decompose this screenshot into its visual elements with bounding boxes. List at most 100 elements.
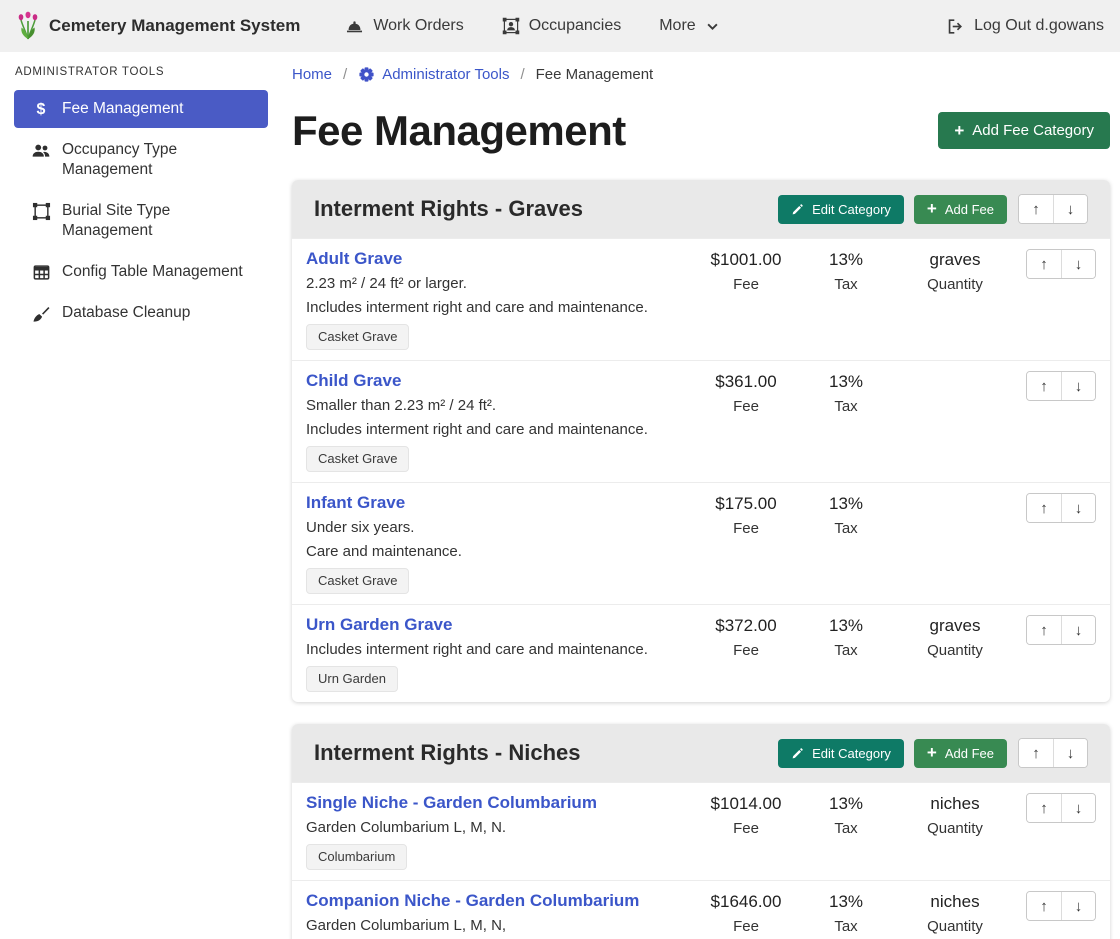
- fee-description: Care and maintenance.: [306, 543, 462, 561]
- breadcrumb-separator: /: [520, 66, 524, 83]
- fee-description: Garden Columbarium L, M, N,: [306, 917, 506, 935]
- dollar-icon: $: [31, 100, 51, 119]
- fee-category-card: Interment Rights - Niches Edit Category …: [292, 724, 1110, 939]
- move-fee-up-button[interactable]: ↑: [1027, 892, 1061, 920]
- fee-type-badge: Casket Grave: [306, 568, 409, 594]
- tulip-logo-icon: [16, 11, 40, 41]
- nav-occupancies-label: Occupancies: [529, 17, 622, 35]
- breadcrumb: Home / Administrator Tools / Fee Managem…: [292, 64, 1110, 84]
- move-fee-down-button[interactable]: ↓: [1061, 616, 1095, 644]
- chevron-down-icon: [705, 19, 720, 34]
- fee-reorder-buttons: ↑ ↓: [1026, 249, 1096, 279]
- move-category-up-button[interactable]: ↑: [1019, 195, 1053, 223]
- category-header: Interment Rights - Graves Edit Category …: [292, 180, 1110, 238]
- gear-icon: [358, 66, 375, 83]
- top-navbar: Cemetery Management System Work Orders O: [0, 0, 1120, 52]
- people-icon: [31, 141, 51, 161]
- broom-icon: [31, 304, 51, 324]
- fee-amount-cell: $1014.00 Fee: [696, 793, 796, 837]
- fee-row: Urn Garden Grave Includes interment righ…: [292, 604, 1110, 702]
- move-fee-down-button[interactable]: ↓: [1061, 892, 1095, 920]
- plus-icon: +: [927, 202, 937, 216]
- app-brand[interactable]: Cemetery Management System: [16, 11, 300, 41]
- occupant-frame-icon: [502, 17, 520, 35]
- sidebar-item-label: Database Cleanup: [62, 303, 190, 323]
- nav-more-label: More: [659, 17, 695, 35]
- tax-cell: 13% Tax: [796, 371, 896, 415]
- fee-reorder-buttons: ↑ ↓: [1026, 371, 1096, 401]
- fee-description: Includes interment right and care and ma…: [306, 421, 648, 439]
- sidebar-item-fee-management[interactable]: $ Fee Management: [14, 90, 268, 128]
- fee-description: 2.23 m² / 24 ft² or larger.: [306, 275, 467, 293]
- fee-reorder-buttons: ↑ ↓: [1026, 793, 1096, 823]
- hard-hat-icon: [345, 17, 364, 36]
- fee-name-link[interactable]: Single Niche - Garden Columbarium: [306, 793, 597, 813]
- move-fee-up-button[interactable]: ↑: [1027, 372, 1061, 400]
- move-fee-up-button[interactable]: ↑: [1027, 494, 1061, 522]
- quantity-cell: graves Quantity: [896, 249, 1014, 293]
- sidebar-item-label: Burial Site Type Management: [62, 201, 258, 241]
- nav-work-orders[interactable]: Work Orders: [345, 17, 463, 36]
- move-category-up-button[interactable]: ↑: [1019, 739, 1053, 767]
- fee-reorder-buttons: ↑ ↓: [1026, 615, 1096, 645]
- edit-category-button[interactable]: Edit Category: [778, 739, 904, 768]
- breadcrumb-admin-tools[interactable]: Administrator Tools: [358, 66, 509, 83]
- plus-icon: +: [927, 746, 937, 760]
- add-fee-button[interactable]: + Add Fee: [914, 739, 1007, 768]
- fee-name-link[interactable]: Urn Garden Grave: [306, 615, 452, 635]
- fee-name-link[interactable]: Adult Grave: [306, 249, 402, 269]
- quantity-cell: niches Quantity: [896, 891, 1014, 935]
- sidebar-item-burial-site-type[interactable]: Burial Site Type Management: [14, 192, 268, 250]
- nav-more[interactable]: More: [659, 17, 719, 35]
- category-header: Interment Rights - Niches Edit Category …: [292, 724, 1110, 782]
- category-title: Interment Rights - Niches: [314, 740, 778, 766]
- sidebar-item-config-table[interactable]: Config Table Management: [14, 253, 268, 291]
- fee-amount-cell: $372.00 Fee: [696, 615, 796, 659]
- breadcrumb-current: Fee Management: [536, 66, 654, 83]
- move-category-down-button[interactable]: ↓: [1053, 739, 1087, 767]
- move-fee-up-button[interactable]: ↑: [1027, 794, 1061, 822]
- move-fee-down-button[interactable]: ↓: [1061, 372, 1095, 400]
- fee-row: Single Niche - Garden Columbarium Garden…: [292, 782, 1110, 880]
- logout-label: Log Out d.gowans: [974, 17, 1104, 35]
- table-icon: [31, 263, 51, 282]
- move-fee-down-button[interactable]: ↓: [1061, 250, 1095, 278]
- move-fee-down-button[interactable]: ↓: [1061, 494, 1095, 522]
- sidebar-item-database-cleanup[interactable]: Database Cleanup: [14, 294, 268, 333]
- fee-amount-cell: $1001.00 Fee: [696, 249, 796, 293]
- breadcrumb-home[interactable]: Home: [292, 66, 332, 83]
- add-fee-button[interactable]: + Add Fee: [914, 195, 1007, 224]
- sidebar-item-label: Config Table Management: [62, 262, 243, 282]
- tax-cell: 13% Tax: [796, 793, 896, 837]
- fee-description: Includes interment right and care and ma…: [306, 299, 648, 317]
- plot-frame-icon: [31, 202, 51, 221]
- fee-row: Companion Niche - Garden Columbarium Gar…: [292, 880, 1110, 939]
- quantity-cell: niches Quantity: [896, 793, 1014, 837]
- sidebar-item-label: Occupancy Type Management: [62, 140, 258, 180]
- fee-amount-cell: $175.00 Fee: [696, 493, 796, 537]
- edit-category-button[interactable]: Edit Category: [778, 195, 904, 224]
- fee-description: Smaller than 2.23 m² / 24 ft².: [306, 397, 496, 415]
- category-reorder-buttons: ↑ ↓: [1018, 738, 1088, 768]
- category-reorder-buttons: ↑ ↓: [1018, 194, 1088, 224]
- fee-type-badge: Casket Grave: [306, 324, 409, 350]
- logout-button[interactable]: Log Out d.gowans: [946, 17, 1104, 36]
- move-category-down-button[interactable]: ↓: [1053, 195, 1087, 223]
- fee-name-link[interactable]: Companion Niche - Garden Columbarium: [306, 891, 639, 911]
- sidebar-item-occupancy-type[interactable]: Occupancy Type Management: [14, 131, 268, 189]
- fee-reorder-buttons: ↑ ↓: [1026, 891, 1096, 921]
- fee-description: Under six years.: [306, 519, 414, 537]
- move-fee-down-button[interactable]: ↓: [1061, 794, 1095, 822]
- fee-reorder-buttons: ↑ ↓: [1026, 493, 1096, 523]
- fee-type-badge: Urn Garden: [306, 666, 398, 692]
- move-fee-up-button[interactable]: ↑: [1027, 250, 1061, 278]
- add-fee-category-button[interactable]: + Add Fee Category: [938, 112, 1110, 149]
- nav-occupancies[interactable]: Occupancies: [502, 17, 622, 35]
- tax-cell: 13% Tax: [796, 493, 896, 537]
- fee-description: Garden Columbarium L, M, N.: [306, 819, 506, 837]
- fee-row: Child Grave Smaller than 2.23 m² / 24 ft…: [292, 360, 1110, 482]
- fee-name-link[interactable]: Child Grave: [306, 371, 401, 391]
- move-fee-up-button[interactable]: ↑: [1027, 616, 1061, 644]
- page-title: Fee Management: [292, 104, 626, 158]
- fee-name-link[interactable]: Infant Grave: [306, 493, 405, 513]
